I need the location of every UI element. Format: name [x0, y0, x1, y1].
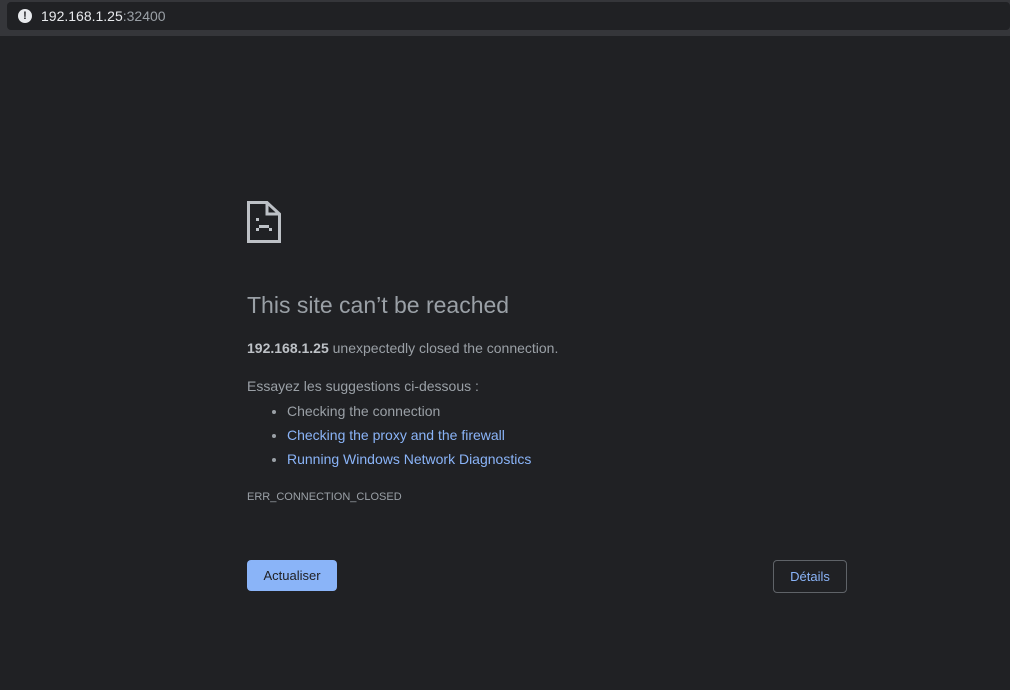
details-button[interactable]: Détails	[773, 560, 847, 593]
address-bar[interactable]: ! 192.168.1.25:32400	[7, 2, 1010, 30]
error-message-text: unexpectedly closed the connection.	[328, 340, 559, 356]
error-title: This site can’t be reached	[247, 292, 510, 318]
suggestions-list: Checking the connection Checking the pro…	[247, 400, 531, 472]
info-icon[interactable]: !	[18, 9, 32, 23]
suggestion-link-proxy[interactable]: Checking the proxy and the firewall	[287, 427, 505, 443]
url-port: :32400	[122, 8, 166, 24]
sad-document-icon	[247, 201, 281, 243]
suggestion-item: Running Windows Network Diagnostics	[287, 448, 531, 472]
url-host: 192.168.1.25	[41, 8, 123, 24]
suggestion-item: Checking the connection	[287, 400, 531, 424]
url-text[interactable]: 192.168.1.25:32400	[41, 8, 166, 24]
suggestions-heading: Essayez les suggestions ci-dessous :	[247, 378, 479, 394]
error-message: 192.168.1.25 unexpectedly closed the con…	[247, 340, 558, 356]
browser-toolbar: ! 192.168.1.25:32400	[0, 0, 1010, 36]
reload-button[interactable]: Actualiser	[247, 560, 337, 591]
error-host: 192.168.1.25	[247, 340, 329, 356]
error-code: ERR_CONNECTION_CLOSED	[247, 491, 402, 503]
suggestion-link-diagnostics[interactable]: Running Windows Network Diagnostics	[287, 451, 531, 467]
suggestion-item: Checking the proxy and the firewall	[287, 424, 531, 448]
suggestion-text: Checking the connection	[287, 403, 441, 419]
